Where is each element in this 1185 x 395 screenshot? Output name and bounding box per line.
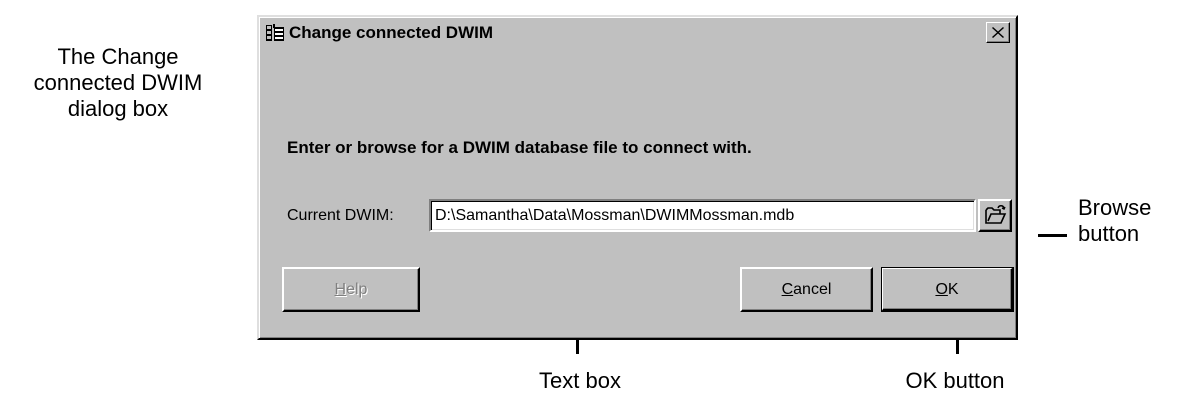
app-icon[interactable] [265, 23, 285, 43]
ok-mnemonic: O [935, 281, 948, 298]
browse-callout-line-2: button [1078, 221, 1140, 246]
cancel-button[interactable]: Cancel [740, 267, 873, 312]
ok-callout: OK button [905, 368, 1005, 393]
dialog-title: Change connected DWIM [289, 23, 494, 42]
help-mnemonic: H [334, 281, 347, 298]
help-label-rest: elp [346, 281, 368, 298]
textbox-callout: Text box [539, 368, 621, 393]
instruction-text: Enter or browse for a DWIM database file… [287, 138, 752, 157]
help-button-label: Help [335, 269, 368, 310]
ok-button-label: OK [935, 269, 958, 310]
ok-button[interactable]: OK [881, 267, 1014, 312]
current-dwim-label: Current DWIM: [287, 207, 394, 224]
dialog-callout-line-1: The Change [57, 44, 179, 69]
close-button[interactable] [986, 22, 1010, 43]
ok-label-rest: K [947, 281, 959, 298]
title-bar[interactable]: Change connected DWIM [261, 19, 1014, 47]
cancel-button-label: Cancel [782, 269, 832, 310]
help-button[interactable]: Help [282, 267, 420, 312]
browse-callout: Browse button [1078, 195, 1151, 247]
browse-callout-line-1: Browse [1078, 195, 1152, 220]
change-connected-dwim-dialog: Change connected DWIM Enter or browse fo… [257, 15, 1018, 340]
close-icon [992, 27, 1004, 38]
dialog-callout: The Change connected DWIM dialog box [0, 44, 236, 122]
dialog-callout-line-2: connected DWIM [33, 70, 203, 95]
browse-leader-line [1038, 234, 1067, 237]
open-folder-icon [985, 205, 1007, 224]
browse-button[interactable] [978, 199, 1012, 232]
dialog-callout-line-3: dialog box [67, 96, 169, 121]
cancel-mnemonic: C [781, 281, 794, 298]
current-dwim-text-box[interactable]: D:\Samantha\Data\Mossman\DWIMMossman.mdb [429, 199, 976, 232]
cancel-label-rest: ancel [793, 281, 832, 298]
